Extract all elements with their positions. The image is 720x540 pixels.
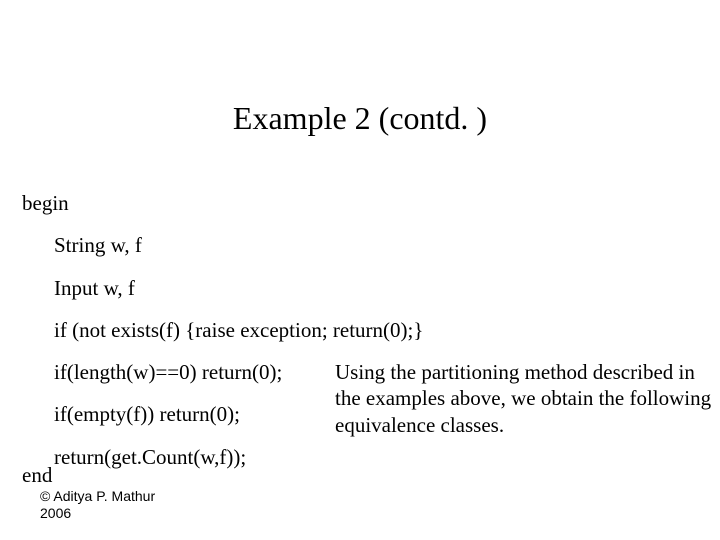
slide: Example 2 (contd. ) begin String w, f In… xyxy=(0,0,720,540)
code-begin: begin xyxy=(22,190,720,216)
code-line-2: Input w, f xyxy=(54,275,720,301)
code-line-3: if (not exists(f) {raise exception; retu… xyxy=(54,317,720,343)
code-line-5: if(empty(f)) return(0); xyxy=(54,401,327,427)
copyright-line-2: 2006 xyxy=(40,505,155,522)
code-line-4: if(length(w)==0) return(0); xyxy=(54,359,327,385)
two-column-row: if(length(w)==0) return(0); if(empty(f))… xyxy=(22,359,720,470)
copyright-line-1: © Aditya P. Mathur xyxy=(40,488,155,505)
note-text: Using the partitioning method described … xyxy=(327,359,720,438)
code-end: end xyxy=(22,463,52,488)
code-column: if(length(w)==0) return(0); if(empty(f))… xyxy=(22,359,327,470)
slide-title: Example 2 (contd. ) xyxy=(0,100,720,137)
slide-body: begin String w, f Input w, f if (not exi… xyxy=(22,190,720,470)
code-line-6: return(get.Count(w,f)); xyxy=(54,444,327,470)
copyright: © Aditya P. Mathur 2006 xyxy=(40,488,155,522)
code-line-1: String w, f xyxy=(54,232,720,258)
